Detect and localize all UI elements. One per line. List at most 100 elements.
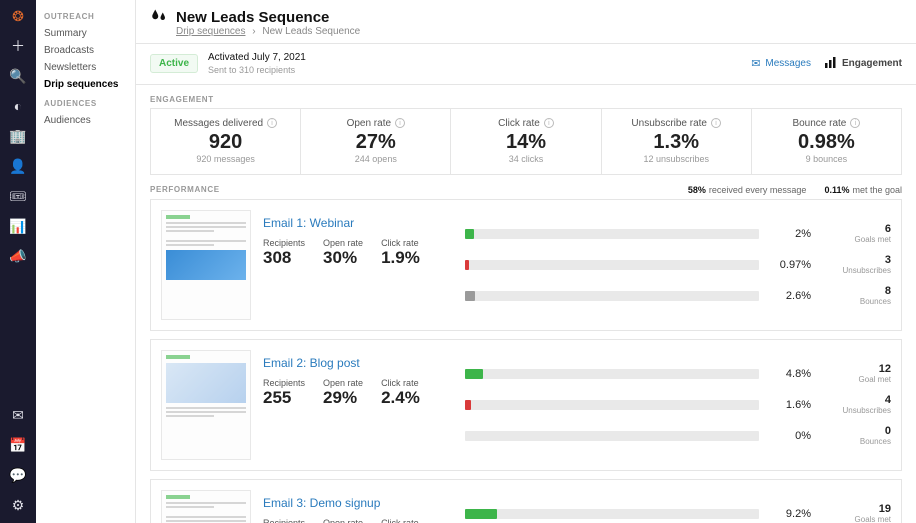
bar-row: 4.8%12Goal met: [465, 363, 891, 384]
tab-engagement[interactable]: Engagement: [825, 57, 902, 71]
info-icon[interactable]: i: [395, 118, 405, 128]
bar-track: [465, 260, 759, 270]
bar-row: 2%6Goals met: [465, 223, 891, 244]
nav-heading: OUTREACH: [44, 12, 127, 21]
engagement-title: Bounce rate i: [792, 118, 860, 129]
email-title-link[interactable]: Email 3: Demo signup: [263, 496, 453, 510]
gauge-icon[interactable]: ◐: [8, 96, 28, 116]
drip-icon: [150, 8, 168, 26]
secondary-nav: OUTREACH SummaryBroadcastsNewslettersDrip…: [36, 0, 136, 523]
bar-row: 0.97% 3Unsubscribes: [465, 254, 891, 275]
stat-open-rate: Open rate30%: [323, 238, 363, 268]
bar-track: [465, 229, 759, 239]
engagement-cell: Click rate i14%34 clicks: [451, 109, 601, 174]
page-header: New Leads Sequence Drip sequences › New …: [136, 0, 916, 43]
bar-percent: 2.6%: [769, 290, 811, 302]
bar-row: 0%0Bounces: [465, 425, 891, 446]
email-info: Email 1: WebinarRecipients308Open rate30…: [263, 210, 453, 320]
breadcrumb-separator: ›: [252, 26, 255, 37]
bar-row: 2.6%8Bounces: [465, 285, 891, 306]
bar-fill: [465, 509, 497, 519]
breadcrumb: Drip sequences › New Leads Sequence: [176, 26, 902, 37]
search-icon[interactable]: 🔍: [8, 66, 28, 86]
email-title-link[interactable]: Email 2: Blog post: [263, 356, 453, 370]
bar-meta: 4Unsubscribes: [821, 394, 891, 415]
engagement-sub: 34 clicks: [455, 154, 596, 164]
bar-fill: [465, 400, 471, 410]
engagement-value: 27%: [305, 131, 446, 154]
mail-icon: ✉: [751, 57, 760, 70]
breadcrumb-current: New Leads Sequence: [262, 26, 360, 37]
info-icon[interactable]: i: [544, 118, 554, 128]
bar-track: [465, 400, 759, 410]
bar-track: [465, 431, 759, 441]
engagement-title: Messages delivered i: [174, 118, 277, 129]
nav-item-audiences[interactable]: Audiences: [44, 112, 127, 129]
bar-track: [465, 509, 759, 519]
info-icon[interactable]: i: [850, 118, 860, 128]
stat-recipients: Recipients212: [263, 518, 305, 523]
ticket-icon[interactable]: 🎟: [8, 186, 28, 206]
engagement-sub: 244 opens: [305, 154, 446, 164]
nav-item-newsletters[interactable]: Newsletters: [44, 59, 127, 76]
gear-icon[interactable]: ⚙: [8, 495, 28, 515]
bar-track: [465, 369, 759, 379]
stat-open-rate: Open rate29%: [323, 378, 363, 408]
engagement-cell: Open rate i 27%244 opens: [301, 109, 451, 174]
building-icon[interactable]: 🏢: [8, 126, 28, 146]
stat-click-rate: Click rate0.94%: [381, 518, 429, 523]
bar-fill: [465, 229, 474, 239]
mail-icon[interactable]: ✉: [8, 405, 28, 425]
engagement-cell: Bounce rate i0.98%9 bounces: [752, 109, 901, 174]
engagement-title: Unsubscribe rate i: [631, 118, 721, 129]
info-icon[interactable]: i: [711, 118, 721, 128]
main-content: New Leads Sequence Drip sequences › New …: [136, 0, 916, 523]
performance-summary-stat: 0.11%met the goal: [824, 185, 902, 195]
megaphone-icon[interactable]: 📣: [8, 246, 28, 266]
user-icon[interactable]: 👤: [8, 156, 28, 176]
engagement-sub: 12 unsubscribes: [606, 154, 747, 164]
bars-icon: [825, 57, 837, 71]
bar-percent: 0%: [769, 430, 811, 442]
bar-meta: 12Goal met: [821, 363, 891, 384]
chart-icon[interactable]: 📊: [8, 216, 28, 236]
engagement-cell: Messages delivered i920920 messages: [151, 109, 301, 174]
engagement-panel: Messages delivered i920920 messagesOpen …: [150, 108, 902, 175]
info-icon[interactable]: i: [267, 118, 277, 128]
plus-icon[interactable]: ＋: [8, 36, 28, 56]
nav-item-summary[interactable]: Summary: [44, 25, 127, 42]
stat-click-rate: Click rate1.9%: [381, 238, 420, 268]
nav-item-drip-sequences[interactable]: Drip sequences: [44, 76, 127, 93]
engagement-value: 0.98%: [756, 131, 897, 154]
email-preview-thumbnail[interactable]: [161, 490, 251, 523]
chat-icon[interactable]: 💬: [8, 465, 28, 485]
breadcrumb-root[interactable]: Drip sequences: [176, 26, 245, 37]
acorn-icon[interactable]: ❂: [8, 6, 28, 26]
email-bars: 9.2%19Goals met1.4%3Unsubscribes0.47%1Bo…: [465, 490, 891, 523]
tab-messages-label: Messages: [765, 58, 811, 69]
bar-percent: 0.97%: [769, 259, 811, 271]
performance-section-label: PERFORMANCE: [150, 185, 220, 194]
bar-fill: [465, 369, 483, 379]
engagement-value: 920: [155, 131, 296, 154]
tab-messages[interactable]: ✉ Messages: [751, 57, 811, 70]
nav-item-broadcasts[interactable]: Broadcasts: [44, 42, 127, 59]
engagement-title: Open rate i: [347, 118, 405, 129]
email-preview-thumbnail[interactable]: [161, 350, 251, 460]
stat-recipients: Recipients255: [263, 378, 305, 408]
performance-header-row: PERFORMANCE 58%received every message0.1…: [136, 175, 916, 199]
bar-row: 1.6%4Unsubscribes: [465, 394, 891, 415]
status-bar: Active Activated July 7, 2021 Sent to 31…: [136, 43, 916, 85]
calendar-icon[interactable]: 📅: [8, 435, 28, 455]
email-bars: 2%6Goals met 0.97% 3Unsubscribes 2.6%8Bounc…: [465, 210, 891, 320]
stat-click-rate: Click rate2.4%: [381, 378, 420, 408]
bar-meta: 19Goals met: [821, 503, 891, 523]
engagement-value: 1.3%: [606, 131, 747, 154]
engagement-title: Click rate i: [498, 118, 554, 129]
email-bars: 4.8%12Goal met 1.6%4Unsubscribes 0%0Bounce…: [465, 350, 891, 460]
email-preview-thumbnail[interactable]: [161, 210, 251, 320]
bar-meta: 3Unsubscribes: [821, 254, 891, 275]
tab-engagement-label: Engagement: [842, 58, 902, 69]
status-activated-date: Activated July 7, 2021: [208, 52, 306, 65]
email-title-link[interactable]: Email 1: Webinar: [263, 216, 453, 230]
